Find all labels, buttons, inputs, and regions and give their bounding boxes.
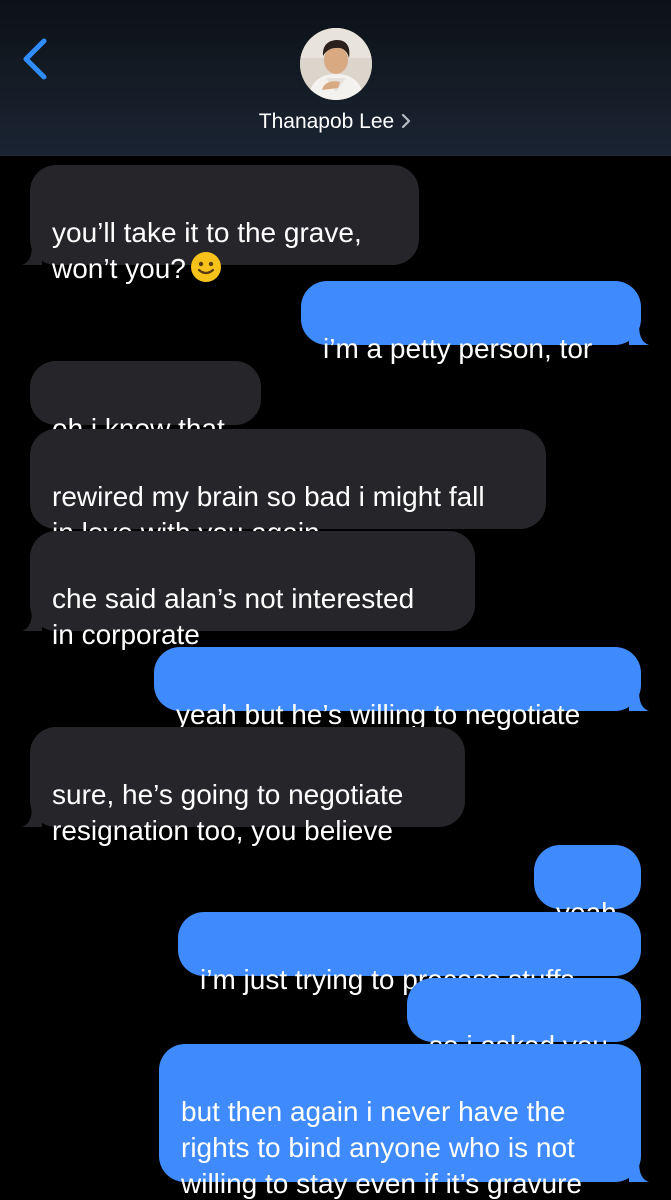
- message-text: yeah but he’s willing to negotiate: [176, 699, 581, 730]
- messages-screen: Thanapob Lee you’ll take it to the grave…: [0, 0, 671, 1200]
- message-bubble-outgoing[interactable]: i’m a petty person, tor: [301, 281, 649, 364]
- message-text: sure, he’s going to negotiate resignatio…: [52, 779, 404, 846]
- message-bubble-outgoing[interactable]: yeah but he’s willing to negotiate: [154, 647, 649, 730]
- message-bubble-incoming[interactable]: rewired my brain so bad i might fall in …: [30, 429, 546, 548]
- slightly-smiling-face-icon: [190, 252, 221, 282]
- message-bubble-outgoing[interactable]: so i asked you: [407, 978, 641, 1061]
- message-text: che said alan’s not interested in corpor…: [52, 583, 415, 650]
- contact-name-row[interactable]: Thanapob Lee: [0, 110, 671, 134]
- bubble-tail: [629, 1160, 649, 1182]
- message-bubble-incoming[interactable]: che said alan’s not interested in corpor…: [22, 531, 475, 650]
- bubble-tail: [629, 323, 649, 345]
- back-button[interactable]: [14, 34, 58, 84]
- bubble-tail: [629, 689, 649, 711]
- message-bubble-outgoing[interactable]: but then again i never have the rights t…: [159, 1044, 649, 1199]
- message-text: i’m a petty person, tor: [323, 333, 593, 364]
- message-bubble-incoming[interactable]: oh i know that: [30, 361, 261, 444]
- bubble-tail: [22, 243, 42, 265]
- message-bubble-outgoing[interactable]: i’m just trying to process stuffs: [178, 912, 641, 995]
- bubble-tail: [22, 805, 42, 827]
- message-text: but then again i never have the rights t…: [181, 1096, 582, 1199]
- message-bubble-outgoing[interactable]: yeah: [534, 845, 641, 928]
- chevron-right-icon: [402, 113, 411, 129]
- contact-avatar[interactable]: [300, 28, 372, 100]
- contact-name: Thanapob Lee: [258, 110, 395, 133]
- message-bubble-incoming[interactable]: sure, he’s going to negotiate resignatio…: [22, 727, 465, 846]
- chevron-left-icon: [23, 38, 47, 80]
- contact-photo: [300, 28, 372, 100]
- message-bubble-incoming[interactable]: you’ll take it to the grave, won’t you?: [22, 165, 419, 284]
- conversation-header: Thanapob Lee: [0, 0, 671, 156]
- bubble-tail: [22, 609, 42, 631]
